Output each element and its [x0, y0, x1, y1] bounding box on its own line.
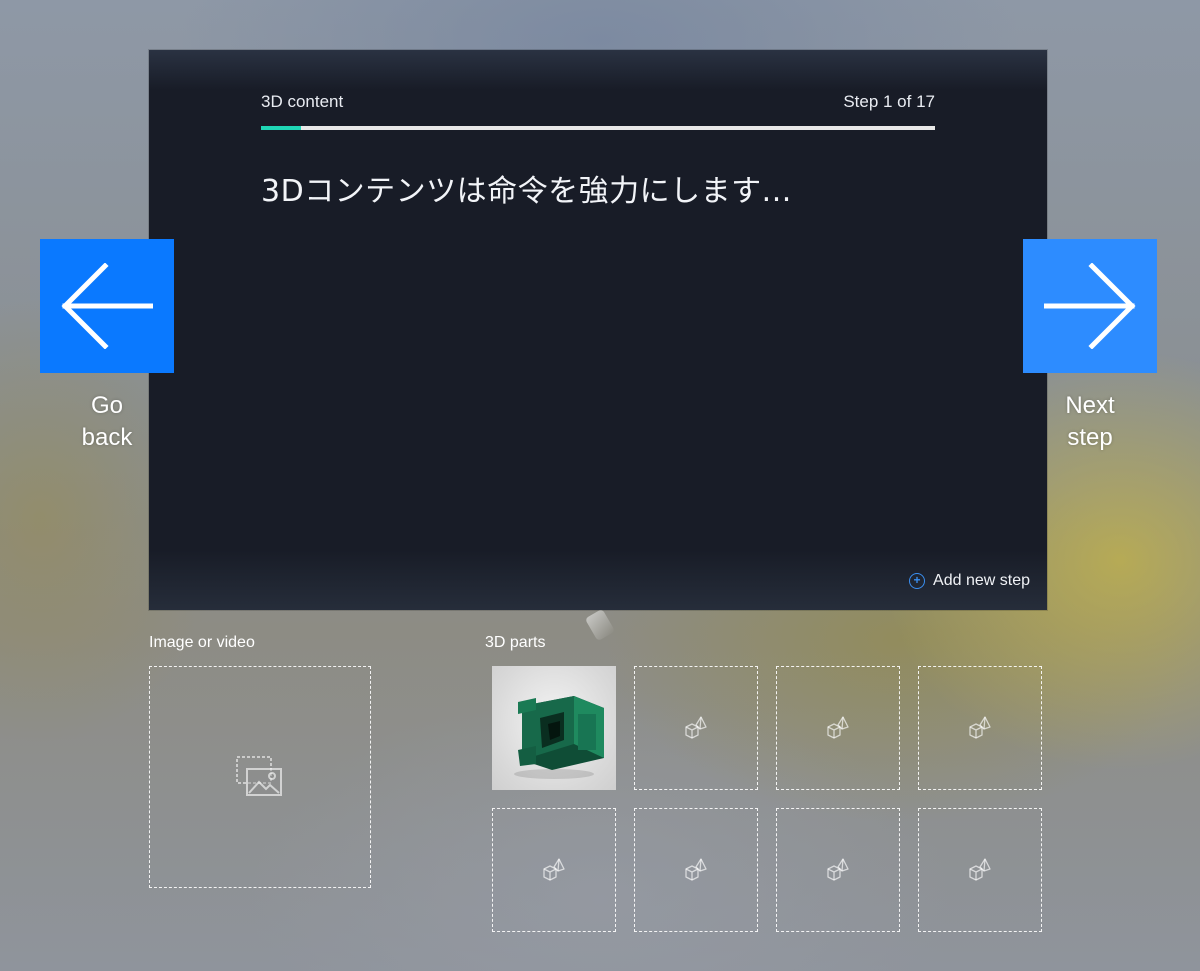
go-back-button[interactable] [40, 239, 174, 373]
3d-part-thumbnail [514, 696, 604, 779]
add-new-step-label: Add new step [933, 572, 1030, 589]
3d-part-slot-2[interactable] [634, 666, 758, 790]
3d-part-slot-5[interactable] [492, 808, 616, 932]
next-step-label-line2: step [1067, 424, 1113, 451]
3d-shapes-icon [969, 858, 991, 881]
3d-shapes-icon [685, 858, 707, 881]
3d-shapes-icon [969, 716, 991, 739]
3d-shapes-icon [543, 858, 565, 881]
3d-parts-label: 3D parts [485, 634, 546, 651]
progress-bar [261, 126, 935, 130]
3d-part-slot-1[interactable] [492, 666, 616, 790]
3d-part-slot-8[interactable] [918, 808, 1042, 932]
light-reflection [584, 608, 616, 642]
progress-bar-fill [261, 126, 302, 130]
image-placeholder-icon [236, 756, 282, 796]
section-title: 3D content [261, 92, 344, 111]
next-step-label-line1: Next [1065, 392, 1115, 419]
go-back-label-line1: Go [90, 392, 123, 419]
step-counter: Step 1 of 17 [843, 92, 935, 111]
3d-part-slot-3[interactable] [776, 666, 900, 790]
step-card: 3D content Step 1 of 17 3Dコンテンツは命令を強力にしま… [149, 50, 1047, 610]
arrow-right-icon [1044, 263, 1136, 349]
3d-shapes-icon [685, 716, 707, 739]
instruction-text[interactable]: 3Dコンテンツは命令を強力にします... [261, 166, 792, 210]
go-back-label-line2: back [81, 424, 133, 451]
add-circle-icon: + [909, 573, 926, 589]
3d-part-slot-7[interactable] [776, 808, 900, 932]
3d-shapes-icon [827, 716, 849, 739]
go-back-label: Go back [40, 390, 174, 454]
next-step-label: Next step [1023, 390, 1157, 454]
arrow-left-icon [61, 263, 153, 349]
image-video-slot[interactable] [149, 666, 371, 888]
image-video-label: Image or video [149, 634, 255, 651]
next-step-button[interactable] [1023, 239, 1157, 373]
3d-shapes-icon [827, 858, 849, 881]
add-new-step-button[interactable]: + Add new step [909, 572, 1030, 590]
3d-part-slot-4[interactable] [918, 666, 1042, 790]
3d-part-slot-6[interactable] [634, 808, 758, 932]
